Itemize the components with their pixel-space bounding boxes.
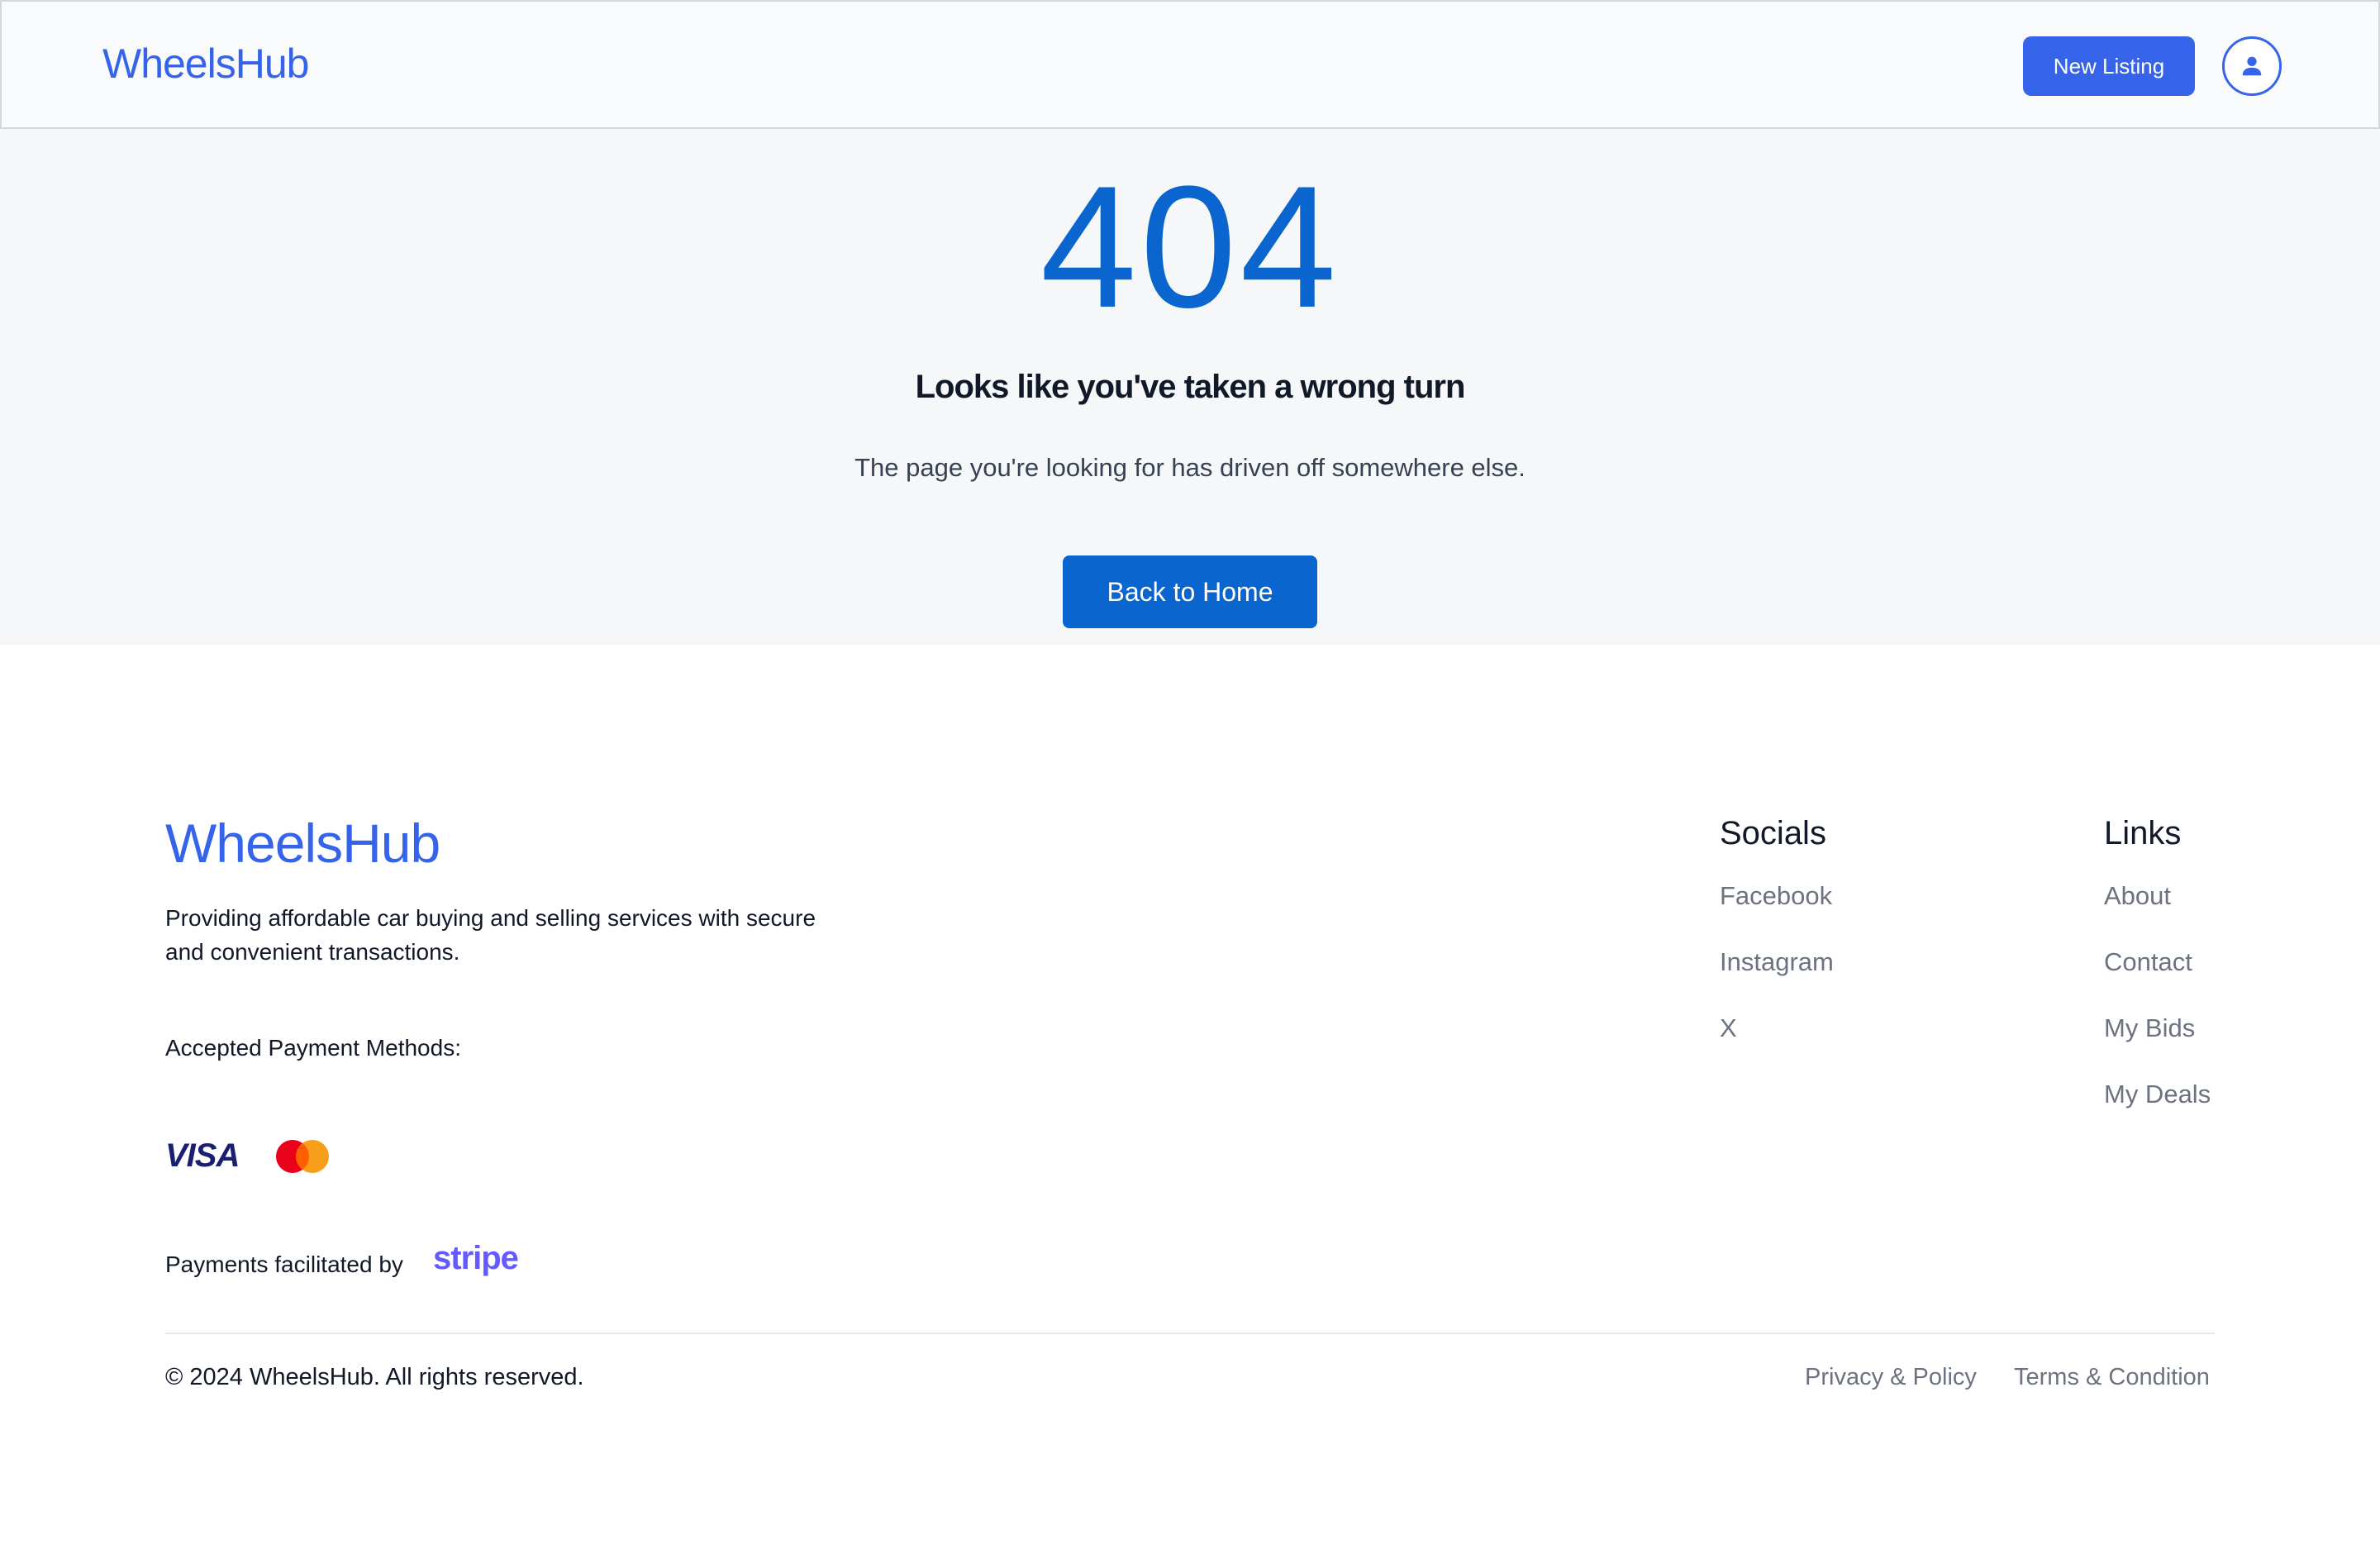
top-nav: WheelsHub New Listing	[0, 0, 2380, 129]
user-icon	[2242, 56, 2262, 76]
socials-heading: Socials	[1720, 815, 1826, 851]
stripe-label: Payments facilitated by	[165, 1251, 403, 1277]
social-link-instagram[interactable]: Instagram	[1720, 947, 1834, 977]
error-subtitle: The page you're looking for has driven o…	[854, 453, 1526, 482]
error-title: Looks like you've taken a wrong turn	[915, 369, 1466, 405]
terms-condition-link[interactable]: Terms & Condition	[2014, 1364, 2210, 1391]
footer-link-my-deals[interactable]: My Deals	[2104, 1080, 2211, 1109]
copyright-text: © 2024 WheelsHub. All rights reserved.	[165, 1364, 584, 1390]
footer-brand-logo[interactable]: WheelsHub	[165, 812, 440, 875]
footer-link-about[interactable]: About	[2104, 881, 2171, 911]
footer-description: Providing affordable car buying and sell…	[165, 905, 816, 965]
payment-methods-label: Accepted Payment Methods:	[165, 1035, 461, 1061]
footer-link-my-bids[interactable]: My Bids	[2104, 1013, 2195, 1043]
privacy-policy-link[interactable]: Privacy & Policy	[1805, 1364, 1977, 1391]
back-to-home-button[interactable]: Back to Home	[1063, 555, 1317, 628]
user-avatar-button[interactable]	[2222, 36, 2282, 96]
links-heading: Links	[2104, 815, 2182, 851]
not-found-section: 404 Looks like you've taken a wrong turn…	[0, 129, 2380, 645]
social-link-facebook[interactable]: Facebook	[1720, 881, 1832, 911]
new-listing-button[interactable]: New Listing	[2023, 36, 2195, 96]
social-link-x[interactable]: X	[1720, 1013, 1737, 1043]
mastercard-logo	[276, 1140, 329, 1173]
footer-divider	[165, 1333, 2215, 1334]
visa-logo: VISA	[165, 1137, 240, 1174]
brand-logo[interactable]: WheelsHub	[102, 40, 309, 88]
error-code: 404	[1040, 150, 1340, 344]
footer-link-contact[interactable]: Contact	[2104, 947, 2192, 977]
stripe-logo: stripe	[433, 1240, 519, 1276]
